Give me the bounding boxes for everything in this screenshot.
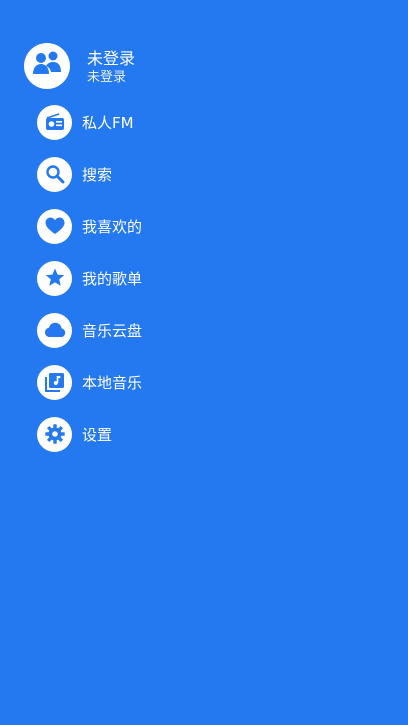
user-profile[interactable]: 未登录 未登录 (24, 43, 224, 89)
menu-item-settings[interactable]: 设置 (37, 416, 337, 452)
menu-label-local: 本地音乐 (82, 373, 143, 392)
users-icon (30, 47, 64, 85)
menu-item-playlists[interactable]: 我的歌单 (37, 260, 337, 296)
star-icon (37, 260, 72, 296)
menu-label-fm: 私人FM (82, 113, 134, 132)
menu-label-cloud: 音乐云盘 (82, 321, 143, 340)
heart-icon (37, 208, 72, 244)
cloud-icon (37, 312, 72, 348)
radio-icon (37, 104, 72, 140)
menu-item-cloud[interactable]: 音乐云盘 (37, 312, 337, 348)
menu-item-favorites[interactable]: 我喜欢的 (37, 208, 337, 244)
search-icon (37, 156, 72, 192)
username: 未登录 (87, 48, 136, 68)
menu-item-fm[interactable]: 私人FM (37, 104, 337, 140)
menu-item-search[interactable]: 搜索 (37, 156, 337, 192)
menu-list: 私人FM 搜索 我喜欢的 我的歌单 音乐云盘 本地音乐 设置 (37, 104, 337, 468)
menu-label-favorites: 我喜欢的 (82, 217, 143, 236)
navigation-drawer: 未登录 未登录 私人FM 搜索 我喜欢的 我的歌单 音乐云盘 本地音乐 设置 (0, 0, 408, 725)
menu-item-local[interactable]: 本地音乐 (37, 364, 337, 400)
menu-label-settings: 设置 (82, 425, 113, 444)
avatar[interactable] (24, 43, 70, 89)
menu-label-playlists: 我的歌单 (82, 269, 143, 288)
music-library-icon (37, 364, 72, 400)
gear-icon (37, 416, 72, 452)
menu-label-search: 搜索 (82, 165, 113, 184)
login-status: 未登录 (87, 69, 127, 85)
